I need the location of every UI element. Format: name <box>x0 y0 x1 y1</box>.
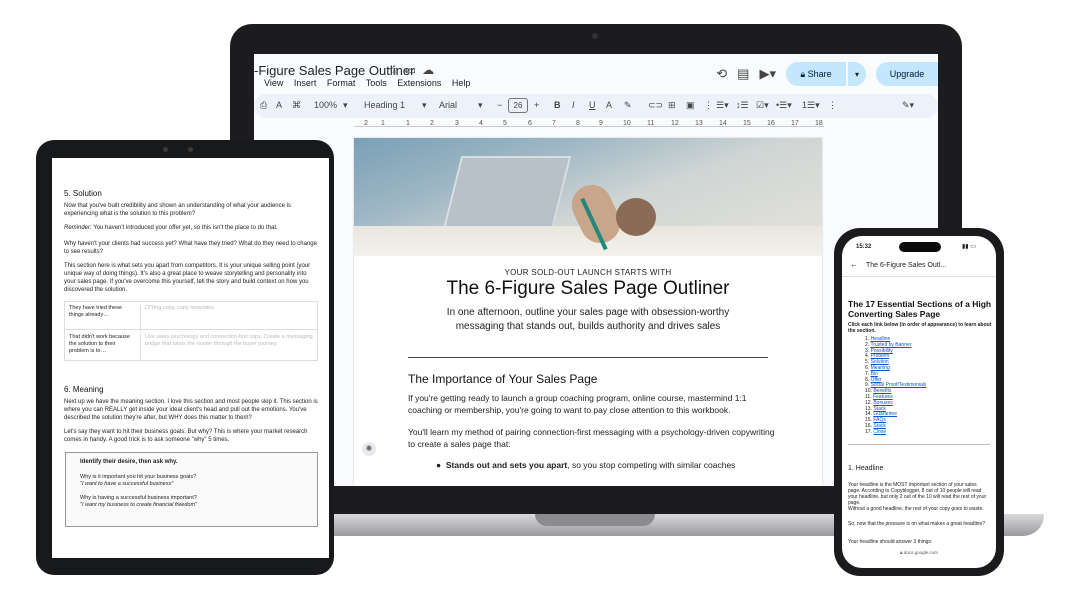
share-button[interactable]: 🔒︎ Share <box>786 62 846 86</box>
dynamic-island <box>899 242 941 252</box>
divider <box>408 357 768 358</box>
print-icon[interactable]: ⎙ <box>260 100 267 111</box>
page-subtitle: In one afternoon, outline your sales pag… <box>446 307 730 332</box>
more-vert-icon[interactable]: ⋮ <box>828 100 837 111</box>
video-call-icon[interactable]: ▶▾ <box>759 66 776 82</box>
folder-icon[interactable]: ▭ <box>405 63 422 77</box>
text-color-icon[interactable]: A <box>606 100 612 110</box>
paragraph: Next up we have the meaning section. I l… <box>64 399 318 421</box>
paragraph: So, now that the pressure is on what mak… <box>848 521 986 527</box>
page-kicker: YOUR SOLD-OUT LAUNCH STARTS WITH <box>504 268 672 277</box>
phone-instruction: Click each link below (in order of appea… <box>848 322 992 334</box>
formatting-toolbar: ⎙ A ⌘ 100% ▾ Heading 1 ▾ Arial ▾ − 26 + … <box>254 94 938 118</box>
paragraph: Without a good headline, the rest of you… <box>848 506 984 512</box>
image-icon[interactable]: ▣ <box>686 100 695 111</box>
ruler[interactable]: 2 1 1 2 3 4 5 6 7 8 9 10 11 12 13 14 15 … <box>254 120 938 132</box>
paragraph: Your headline is the MOST important sect… <box>848 482 987 506</box>
tablet-screen: 5. Solution Now that you've built credib… <box>52 158 329 558</box>
divider <box>842 276 996 277</box>
numbered-list-icon[interactable]: 1☰▾ <box>802 100 820 111</box>
url-bar[interactable]: 🔒︎ docs.google.com <box>842 550 996 556</box>
bold-icon[interactable]: B <box>554 100 561 110</box>
laptop-camera <box>592 33 598 39</box>
phone-header-title: The 6-Figure Sales Outl... <box>866 262 947 269</box>
table-row: They have tried these things already… DI… <box>65 302 317 331</box>
laptop-notch <box>535 514 655 526</box>
table-row: That didn't work because the solution to… <box>65 331 317 360</box>
menu-extensions[interactable]: Extensions <box>397 78 441 88</box>
bullet-item: ● Stands out and sets you apart, so you … <box>436 460 736 470</box>
menu-tools[interactable]: Tools <box>366 78 387 88</box>
battery-icon: ▮▮ ▭ <box>962 244 976 250</box>
chevron-down-icon: ▾ <box>854 69 859 79</box>
menu-items: View Insert Format Tools Extensions Help <box>264 78 478 88</box>
font-select[interactable]: Arial <box>439 100 457 110</box>
chevron-down-icon: ▾ <box>478 100 483 110</box>
history-icon[interactable]: ⟲ <box>716 66 727 82</box>
pen-icon[interactable]: ✎▾ <box>902 100 914 111</box>
italic-icon[interactable]: I <box>572 100 575 110</box>
spellcheck-icon[interactable]: A <box>276 100 282 110</box>
section-link-list: 1. Headline 2. Trusted by Banner 3. Poss… <box>865 336 926 436</box>
share-dropdown[interactable]: ▾ <box>848 62 866 86</box>
meaning-heading: 6. Meaning <box>64 385 104 394</box>
menu-insert[interactable]: Insert <box>294 78 317 88</box>
link-icon[interactable]: ⊂⊃ <box>648 100 663 111</box>
comment-icon[interactable]: ▤ <box>737 66 749 82</box>
menu-format[interactable]: Format <box>327 78 356 88</box>
paragraph: This section here is what sets you apart… <box>64 263 311 293</box>
tablet-camera <box>163 147 168 152</box>
list-item[interactable]: 17. Close <box>865 429 926 436</box>
section-heading: The Importance of Your Sales Page <box>408 372 598 386</box>
menu-view[interactable]: View <box>264 78 283 88</box>
bullet-list-icon[interactable]: •☰▾ <box>776 100 792 111</box>
phone-screen: 15:32 ▮▮ ▭ ← The 6-Figure Sales Outl... … <box>842 236 996 568</box>
headline-heading: 1. Headline <box>848 465 884 472</box>
star-icon[interactable]: ☆ <box>388 63 405 77</box>
menu-help[interactable]: Help <box>452 78 471 88</box>
increase-font-icon[interactable]: + <box>534 100 539 110</box>
highlight-icon[interactable]: ✎ <box>624 100 632 111</box>
decrease-font-icon[interactable]: − <box>497 100 502 110</box>
add-comment-icon[interactable]: ⊞ <box>668 100 676 111</box>
underline-icon[interactable]: U <box>589 100 596 110</box>
zoom-select[interactable]: 100% <box>314 100 337 110</box>
style-select[interactable]: Heading 1 <box>364 100 405 110</box>
paragraph: Let's say they want to hit their busines… <box>64 429 308 443</box>
tablet-sensor <box>188 147 193 152</box>
exercise-box: Identify their desire, then ask why. Why… <box>65 452 318 527</box>
paint-format-icon[interactable]: ⌘ <box>292 100 301 111</box>
divider <box>848 444 990 445</box>
paragraph: Why haven't your clients had success yet… <box>64 241 317 255</box>
more-icon[interactable]: ⋮ <box>704 100 713 111</box>
lock-icon: 🔒︎ <box>800 68 806 79</box>
back-arrow-icon[interactable]: ← <box>850 261 858 269</box>
status-time: 15:32 <box>856 244 872 250</box>
page-title: The 6-Figure Sales Page Outliner <box>446 278 730 299</box>
cloud-icon[interactable]: ☁ <box>422 63 440 77</box>
upgrade-button[interactable]: Upgrade <box>876 62 938 86</box>
align-icon[interactable]: ☰▾ <box>716 100 729 111</box>
paragraph: Now that you've built credibility and sh… <box>64 203 291 217</box>
document-page[interactable]: YOUR SOLD-OUT LAUNCH STARTS WITH The 6-F… <box>354 138 822 486</box>
explore-icon[interactable]: ✺ <box>362 442 376 456</box>
chevron-down-icon: ▾ <box>343 100 348 110</box>
paragraph: If you're getting ready to launch a grou… <box>408 393 747 415</box>
solution-table: They have tried these things already… DI… <box>64 301 318 361</box>
paragraph: Your headline should answer 3 things: <box>848 539 933 545</box>
hero-image <box>354 138 822 256</box>
paragraph: You'll learn my method of pairing connec… <box>408 427 775 449</box>
solution-heading: 5. Solution <box>64 189 102 198</box>
lock-icon: 🔒︎ <box>900 550 903 555</box>
paragraph: Reminder: You haven't introduced your of… <box>64 225 278 231</box>
line-spacing-icon[interactable]: ↕☰ <box>736 100 749 111</box>
docs-menubar: -Figure Sales Page Outliner ☆▭☁ View Ins… <box>254 54 938 94</box>
phone-doc-title: The 17 Essential Sections of a High Conv… <box>848 299 992 319</box>
checklist-icon[interactable]: ☑▾ <box>756 100 769 111</box>
chevron-down-icon: ▾ <box>422 100 427 110</box>
font-size-input[interactable]: 26 <box>508 98 528 113</box>
